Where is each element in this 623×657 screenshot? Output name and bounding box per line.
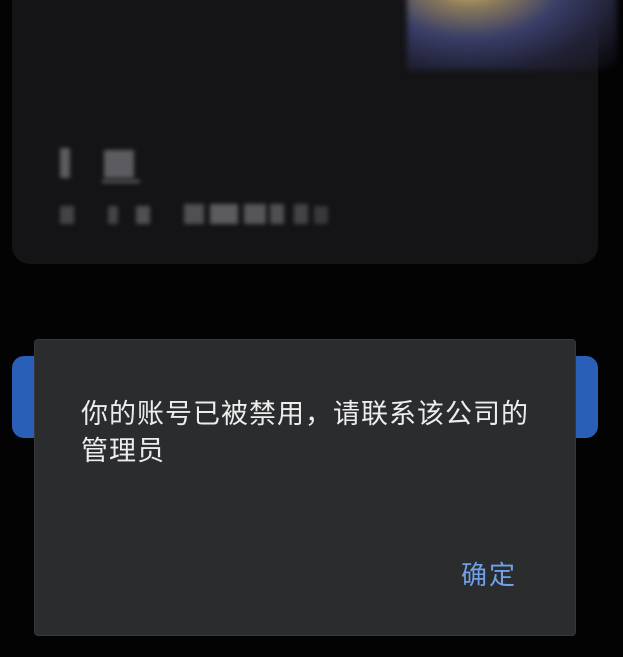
blurred-text-block: [244, 204, 266, 224]
company-image: [407, 0, 617, 70]
blurred-text-block: [60, 148, 70, 178]
blurred-text-block: [314, 206, 328, 224]
dialog-message: 你的账号已被禁用，请联系该公司的管理员: [81, 399, 529, 467]
blurred-text-block: [136, 206, 150, 224]
blurred-text-block: [108, 206, 118, 224]
screen: 你的账号已被禁用，请联系该公司的管理员 确定: [0, 0, 623, 657]
blurred-text-block: [210, 204, 238, 224]
company-card[interactable]: [12, 0, 617, 264]
blurred-text-block: [270, 204, 284, 224]
blurred-text-block: [294, 204, 308, 224]
blurred-text-block: [184, 204, 204, 224]
blurred-text-block: [60, 206, 74, 224]
blurred-text-block: [104, 150, 134, 178]
blurred-text-block: [102, 180, 140, 183]
alert-dialog: 你的账号已被禁用，请联系该公司的管理员 确定: [35, 340, 575, 635]
confirm-button[interactable]: 确定: [461, 555, 517, 592]
